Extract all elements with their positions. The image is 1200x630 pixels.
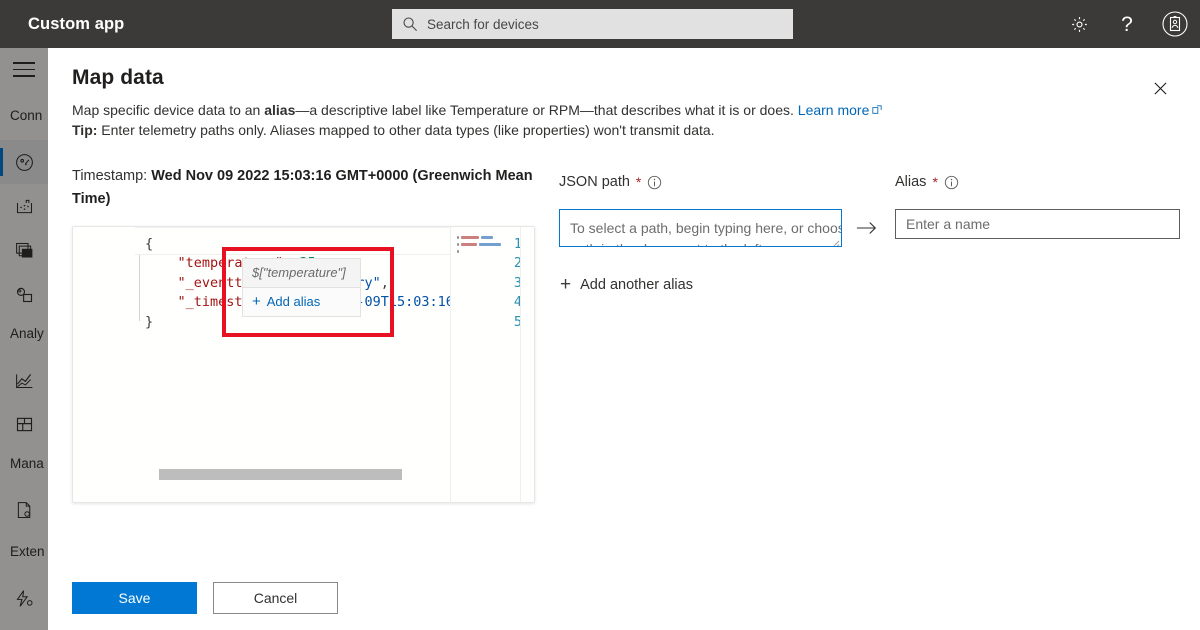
add-another-alias-button[interactable]: + Add another alias [560,275,693,294]
save-button[interactable]: Save [72,582,197,614]
search-icon [402,16,418,32]
alias-input[interactable]: Enter a name [895,209,1180,239]
dialog-description: Map specific device data to an alias—a d… [72,100,902,120]
code-token [145,275,178,291]
alias-label-group: Alias * [895,174,959,190]
gear-icon[interactable] [1066,11,1092,37]
info-icon[interactable] [647,175,662,190]
plus-icon: + [252,294,261,309]
close-icon[interactable] [1144,72,1176,104]
editor-overview-ruler[interactable] [520,227,534,502]
code-token: { [145,236,153,252]
editor-code-line[interactable]: } [145,314,153,330]
desc-part-2: —a descriptive label like Temperature or… [295,102,797,118]
jsonpath-required-asterisk: * [636,174,641,190]
map-data-dialog: Map data Map specific device data to an … [48,48,1200,630]
external-link-icon [872,100,882,120]
editor-minimap[interactable] [450,227,512,502]
timestamp-label: Timestamp: [72,168,151,184]
alias-popover[interactable]: $["temperature"] + Add alias [242,258,361,317]
add-alias-button[interactable]: + Add alias [243,288,360,316]
jsonpath-input[interactable]: To select a path, begin typing here, or … [559,209,842,247]
info-icon[interactable] [944,175,959,190]
editor-gutter [73,227,135,502]
appbar-icon-group: ? [1066,0,1188,48]
tip-label: Tip: [72,122,97,138]
tip-text: Enter telemetry paths only. Aliases mapp… [97,122,714,138]
code-token [145,294,178,310]
help-question-glyph: ? [1121,14,1133,35]
help-icon[interactable]: ? [1114,11,1140,37]
jsonpath-label-group: JSON path * [559,174,662,190]
editor-rule-top [135,227,469,228]
avatar-icon[interactable] [1162,11,1188,37]
dialog-tip: Tip: Enter telemetry paths only. Aliases… [72,120,932,140]
editor-code-line[interactable]: { [145,236,153,252]
textarea-resize-grip[interactable] [830,235,840,245]
app-title: Custom app [28,15,124,34]
learn-more-link[interactable]: Learn more [798,102,870,118]
alias-label: Alias [895,174,926,190]
timestamp-line: Timestamp: Wed Nov 09 2022 15:03:16 GMT+… [72,165,542,211]
editor-indent-guide [139,255,140,321]
add-alias-label: Add alias [267,294,320,309]
page-title: Map data [72,66,164,90]
desc-part-1: Map specific device data to an [72,102,264,118]
search-placeholder: Search for devices [427,17,539,32]
search-box[interactable]: Search for devices [392,9,793,39]
cancel-button[interactable]: Cancel [213,582,338,614]
jsonpath-label: JSON path [559,174,630,190]
app-header: Custom app Search for devices ? [0,0,1200,48]
popover-json-path: $["temperature"] [243,259,360,288]
alias-placeholder: Enter a name [906,216,990,232]
plus-icon: + [560,275,571,294]
add-another-alias-label: Add another alias [580,277,693,293]
code-token: } [145,314,153,330]
editor-horizontal-scrollbar[interactable] [159,469,402,480]
code-token [145,255,178,271]
jsonpath-placeholder: To select a path, begin typing here, or … [570,218,842,247]
desc-alias-word: alias [264,102,295,118]
alias-required-asterisk: * [932,174,937,190]
code-token: , [381,275,389,291]
arrow-right-icon [856,219,878,237]
